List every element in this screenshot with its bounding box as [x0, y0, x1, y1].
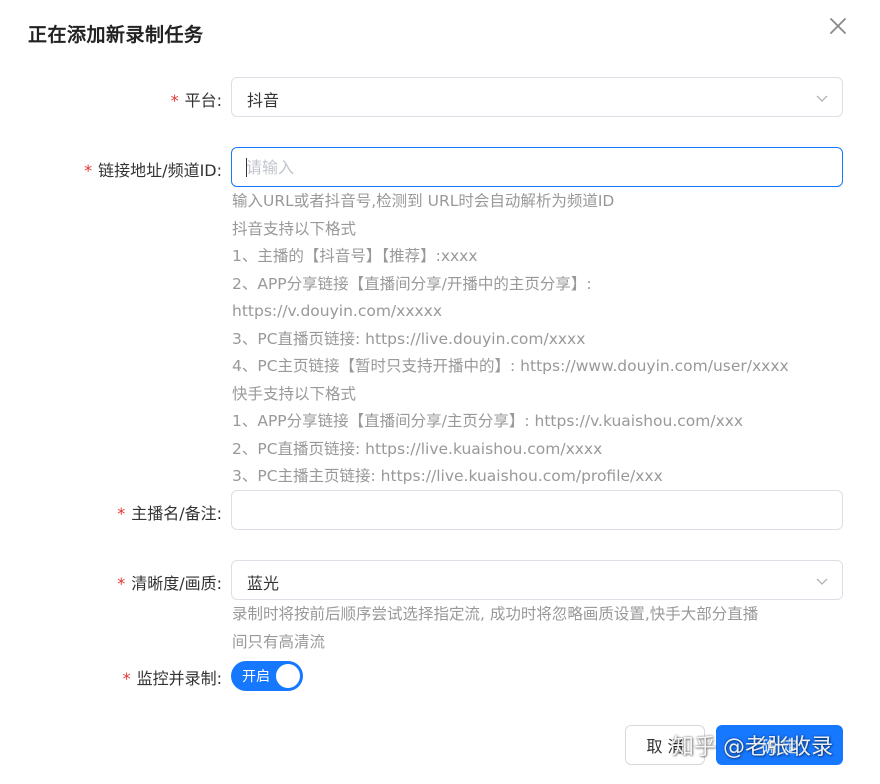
- platform-select[interactable]: 抖音: [231, 77, 843, 117]
- required-asterisk: *: [170, 91, 179, 110]
- streamer-input-wrapper[interactable]: [231, 490, 843, 530]
- link-label: * 链接地址/频道ID:: [84, 161, 222, 180]
- chevron-down-icon: [816, 95, 828, 102]
- confirm-button[interactable]: 确 定: [716, 725, 843, 765]
- text-caret: [246, 158, 247, 177]
- link-input-wrapper[interactable]: [231, 147, 843, 187]
- required-asterisk: *: [84, 161, 93, 180]
- quality-help: 录制时将按前后顺序尝试选择指定流, 成功时将忽略画质设置,快手大部分直播 间只有…: [232, 601, 758, 656]
- platform-select-value: 抖音: [247, 91, 280, 110]
- dialog-title: 正在添加新录制任务: [28, 24, 204, 46]
- chevron-down-icon: [816, 578, 828, 585]
- required-asterisk: *: [122, 669, 131, 688]
- help-line: 1、APP分享链接【直播间分享/主页分享】: https://v.kuaisho…: [232, 412, 744, 430]
- quality-select-value: 蓝光: [247, 574, 280, 593]
- help-line: 输入URL或者抖音号,检测到 URL时会自动解析为频道ID: [232, 192, 615, 210]
- help-line: 抖音支持以下格式: [232, 219, 357, 238]
- help-line: 3、PC主播主页链接: https://live.kuaishou.com/pr…: [232, 467, 663, 485]
- quality-select[interactable]: 蓝光: [231, 560, 843, 600]
- close-icon[interactable]: [826, 14, 850, 38]
- required-asterisk: *: [117, 504, 126, 523]
- help-line: 2、APP分享链接【直播间分享/开播中的主页分享】:: [232, 274, 592, 293]
- link-input[interactable]: [232, 148, 842, 186]
- monitor-toggle[interactable]: 开启: [231, 661, 303, 691]
- streamer-label: * 主播名/备注:: [117, 504, 222, 523]
- help-line: 录制时将按前后顺序尝试选择指定流, 成功时将忽略画质设置,快手大部分直播: [232, 605, 759, 623]
- help-line: 间只有高清流: [232, 632, 326, 651]
- toggle-text: 开启: [242, 669, 270, 685]
- streamer-input[interactable]: [232, 491, 842, 529]
- toggle-knob: [276, 664, 300, 688]
- quality-label: * 清晰度/画质:: [117, 574, 222, 593]
- help-line: 1、主播的【抖音号】【推荐】:xxxx: [232, 247, 478, 265]
- monitor-label: * 监控并录制:: [122, 669, 222, 688]
- link-help: 输入URL或者抖音号,检测到 URL时会自动解析为频道ID 抖音支持以下格式 1…: [232, 188, 789, 491]
- help-line: 2、PC直播页链接: https://live.kuaishou.com/xxx…: [232, 439, 603, 458]
- help-line: 快手支持以下格式: [232, 384, 357, 403]
- help-line: 3、PC直播页链接: https://live.douyin.com/xxxx: [232, 329, 586, 348]
- help-line: 4、PC主页链接【暂时只支持开播中的】: https://www.douyin.…: [232, 357, 789, 375]
- cancel-button[interactable]: 取 消: [625, 725, 705, 765]
- help-line: https://v.douyin.com/xxxxx: [232, 302, 443, 320]
- platform-label: * 平台:: [170, 91, 222, 110]
- required-asterisk: *: [117, 574, 126, 593]
